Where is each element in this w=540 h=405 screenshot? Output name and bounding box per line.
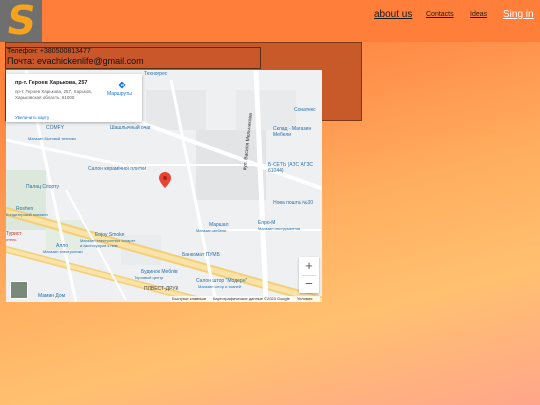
directions-link[interactable]: Маршруты [107, 91, 132, 97]
poi-allo-sub: Магазин электроники [43, 249, 83, 254]
poi-shashlik[interactable]: Шашлычный очаг [110, 125, 151, 131]
directions-icon[interactable] [118, 81, 126, 89]
poi-salon-ceramic[interactable]: Салон керамічної плитки [88, 166, 148, 172]
zoom-control: + − [299, 257, 319, 293]
poi-roshen-sub: Кондитерский магазин [6, 212, 48, 217]
poi-tehnogres[interactable]: Техногрес [144, 71, 167, 77]
nav-sign-in-link[interactable]: Sing in [503, 9, 534, 20]
poi-sonatex[interactable]: Сонатекс [294, 107, 316, 113]
poi-enjoy-sub: Магазин электронных сигарет и аксессуаро… [80, 238, 136, 248]
nav-ideas-link[interactable]: Ideas [470, 11, 487, 18]
site-logo[interactable]: S [0, 0, 42, 44]
poi-bankomat[interactable]: Банкомат ПУМБ [182, 252, 220, 258]
contact-phone: Телефон: +380500813477 [7, 48, 91, 55]
poi-tourist-sub: отель [6, 237, 17, 242]
poi-marshal-sub: Магазин мебели [196, 228, 227, 233]
place-info-card: пр-т. Героев Харькова, 257 пр-т. Героев … [6, 74, 142, 122]
poi-salon-shtor-sub: Магазин штор и тканей [198, 284, 242, 289]
terms-link[interactable]: Условия [297, 296, 312, 301]
poi-sklad[interactable]: Склад - Магазин Мебели [273, 126, 322, 138]
poi-budinok-sub: Торговый центр [134, 275, 164, 280]
nav-about-us-link[interactable]: about us [374, 9, 412, 20]
location-pin-icon[interactable] [159, 172, 171, 188]
zoom-in-button[interactable]: + [299, 257, 319, 275]
poi-comfy-sub: Магазин бытовой техники [28, 136, 76, 141]
enlarge-map-link[interactable]: Увеличить карту [15, 115, 49, 120]
poi-epro-sub: Магазин инструментов [258, 226, 301, 231]
header-bar: S about us Contacts Ideas Sing in [0, 0, 540, 44]
poi-palace-sport[interactable]: Палац Спорту [26, 184, 59, 190]
poi-nova-poshta[interactable]: Нова пошта №30 [273, 200, 313, 206]
map-data-credit: Картографические данные ©2023 Google [213, 296, 290, 301]
poi-plvest[interactable]: ПЛВЕСТ-ДРУК [144, 286, 178, 292]
poi-comfy[interactable]: COMFY [46, 125, 64, 131]
poi-b-set[interactable]: Б-СЕТЬ (АЗС АГЗС 61044) [268, 162, 322, 174]
keyboard-shortcuts-link[interactable]: Быстрые клавиши [172, 296, 206, 301]
zoom-out-button[interactable]: − [299, 275, 319, 293]
nav-contacts-link[interactable]: Contacts [426, 11, 454, 18]
contact-email: Почта: evachickenlife@gmail.com [7, 56, 144, 66]
satellite-toggle-thumbnail[interactable] [10, 281, 28, 299]
place-title: пр-т. Героев Харькова, 257 [15, 80, 88, 86]
poi-mami-dom[interactable]: Мамин Дом [38, 293, 65, 299]
map-attribution: Быстрые клавиши Картографические данные … [170, 296, 321, 302]
place-address: пр-т. Героев Харькова, 257, Харьков, Хар… [15, 89, 93, 100]
logo-letter: S [3, 0, 39, 44]
